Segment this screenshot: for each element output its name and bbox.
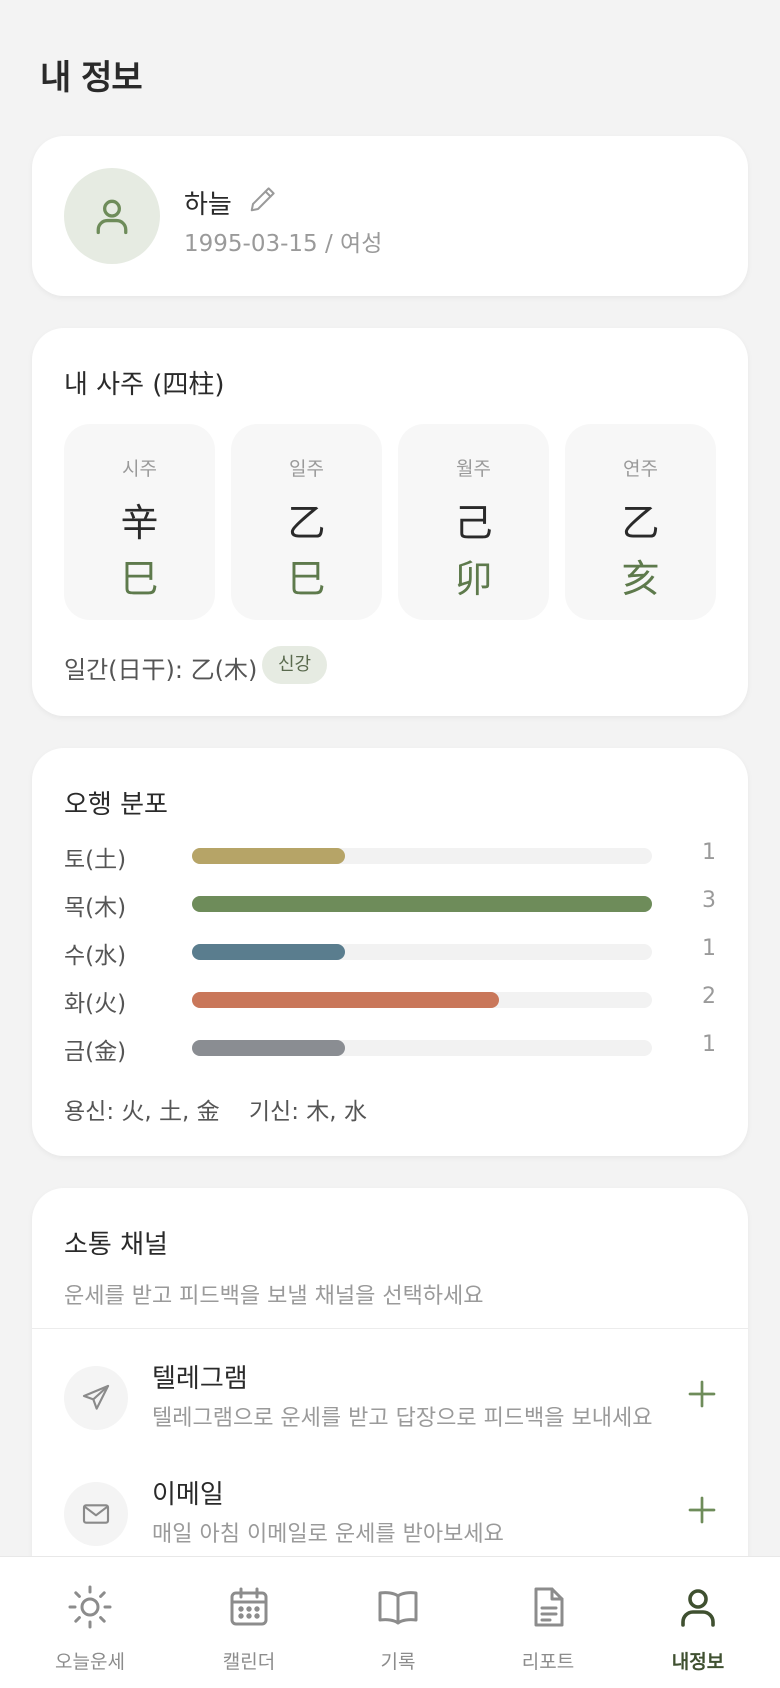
element-count: 1	[702, 1032, 716, 1057]
saju-title: 내 사주 (四柱)	[64, 370, 225, 400]
channel-title: 소통 채널	[64, 1230, 168, 1260]
element-row-earth: 토(土) 1	[64, 838, 716, 873]
pillar-stem: 己	[454, 501, 493, 545]
nav-label: 캘린더	[222, 1651, 276, 1673]
channel-description: 텔레그램으로 운세를 받고 답장으로 피드백을 보내세요	[152, 1406, 653, 1431]
plus-icon[interactable]	[684, 1492, 720, 1528]
document-icon	[534, 1587, 564, 1627]
pillar-day: 일주 乙 巳	[231, 424, 382, 620]
profile-birth-gender: 1995-03-15 / 여성	[184, 231, 383, 257]
pillar-label: 시주	[122, 458, 157, 480]
pencil-icon[interactable]	[248, 184, 278, 214]
pillar-stem: 乙	[621, 501, 660, 545]
pillar-label: 일주	[289, 458, 324, 480]
element-label: 토(土)	[64, 847, 127, 873]
pillar-label: 연주	[623, 458, 658, 480]
channel-email[interactable]: 이메일 매일 아침 이메일로 운세를 받아보세요	[32, 1462, 748, 1562]
channel-telegram[interactable]: 텔레그램 텔레그램으로 운세를 받고 답장으로 피드백을 보내세요	[32, 1346, 748, 1446]
nav-records[interactable]: 기록	[320, 1557, 476, 1688]
nav-label: 리포트	[521, 1651, 575, 1673]
pillars-grid: 시주 辛 巳 일주 乙 巳 월주 己 卯 연주 乙 亥	[64, 424, 716, 620]
strength-badge: 신강	[262, 646, 328, 684]
elements-title: 오행 분포	[64, 790, 168, 820]
element-label: 목(木)	[64, 895, 127, 921]
element-count: 2	[702, 984, 716, 1009]
nav-report[interactable]: 리포트	[470, 1557, 626, 1688]
channel-subtitle: 운세를 받고 피드백을 보낼 채널을 선택하세요	[64, 1284, 484, 1309]
pillar-stem: 辛	[120, 501, 159, 545]
element-bar-track	[192, 1040, 652, 1056]
sun-icon	[68, 1585, 112, 1629]
profile-name: 하늘	[184, 190, 232, 220]
element-row-fire: 화(火) 2	[64, 982, 716, 1017]
plus-icon[interactable]	[684, 1376, 720, 1412]
element-count: 3	[702, 888, 716, 913]
element-bar-fill	[192, 848, 346, 864]
pillar-branch: 卯	[454, 557, 493, 601]
bottom-nav: 오늘운세 캘린더 기록 리포트 내정보	[0, 1556, 780, 1688]
pillar-month: 월주 己 卯	[398, 424, 549, 620]
element-label: 수(水)	[64, 943, 127, 969]
pillar-stem: 乙	[287, 501, 326, 545]
element-count: 1	[702, 840, 716, 865]
channel-title: 텔레그램	[152, 1364, 248, 1394]
profile-card: 하늘 1995-03-15 / 여성	[32, 136, 748, 296]
pillar-hour: 시주 辛 巳	[64, 424, 215, 620]
element-count: 1	[702, 936, 716, 961]
nav-label: 내정보	[671, 1651, 725, 1673]
element-bar-fill	[192, 896, 652, 912]
element-row-wood: 목(木) 3	[64, 886, 716, 921]
saju-card: 내 사주 (四柱) 시주 辛 巳 일주 乙 巳 월주 己 卯 연주 乙 亥 일간…	[32, 328, 748, 716]
divider	[32, 1328, 748, 1329]
yongsin-text: 용신: 火, 土, 金 기신: 木, 水	[64, 1099, 367, 1125]
element-label: 화(火)	[64, 991, 127, 1017]
pillar-branch: 巳	[120, 557, 159, 601]
element-bar-fill	[192, 944, 346, 960]
my-info-screen: 내 정보 하늘 1995-03-15 / 여성 내 사주 (四柱) 시주 辛 巳…	[0, 0, 780, 1688]
nav-today-fortune[interactable]: 오늘운세	[12, 1557, 168, 1688]
channel-title: 이메일	[152, 1480, 224, 1510]
nav-my-info[interactable]: 내정보	[620, 1557, 776, 1688]
nav-label: 오늘운세	[55, 1651, 125, 1673]
daymaster-text: 일간(日干): 乙(木)	[64, 656, 258, 684]
page-title: 내 정보	[40, 58, 143, 98]
element-bar-track	[192, 848, 652, 864]
element-row-water: 수(水) 1	[64, 934, 716, 969]
channel-icon-wrap	[64, 1366, 128, 1430]
element-bar-track	[192, 896, 652, 912]
five-elements-card: 오행 분포 토(土) 1 목(木) 3 수(水) 1 화(火) 2 금(金) 1…	[32, 748, 748, 1156]
channel-icon-wrap	[64, 1482, 128, 1546]
channel-description: 매일 아침 이메일로 운세를 받아보세요	[152, 1522, 504, 1547]
pillar-branch: 巳	[287, 557, 326, 601]
calendar-icon	[230, 1587, 268, 1626]
nav-calendar[interactable]: 캘린더	[171, 1557, 327, 1688]
pillar-year: 연주 乙 亥	[565, 424, 716, 620]
element-bar-track	[192, 944, 652, 960]
user-icon	[681, 1589, 715, 1627]
send-icon	[82, 1384, 110, 1410]
element-bar-fill	[192, 1040, 346, 1056]
element-bar-track	[192, 992, 652, 1008]
element-label: 금(金)	[64, 1039, 127, 1065]
pillar-branch: 亥	[621, 557, 660, 601]
nav-label: 기록	[380, 1651, 416, 1673]
book-icon	[378, 1591, 418, 1625]
element-bar-fill	[192, 992, 499, 1008]
user-icon	[96, 199, 128, 235]
element-row-metal: 금(金) 1	[64, 1030, 716, 1065]
avatar[interactable]	[64, 168, 160, 264]
pillar-label: 월주	[456, 458, 491, 480]
mail-icon	[82, 1504, 110, 1524]
